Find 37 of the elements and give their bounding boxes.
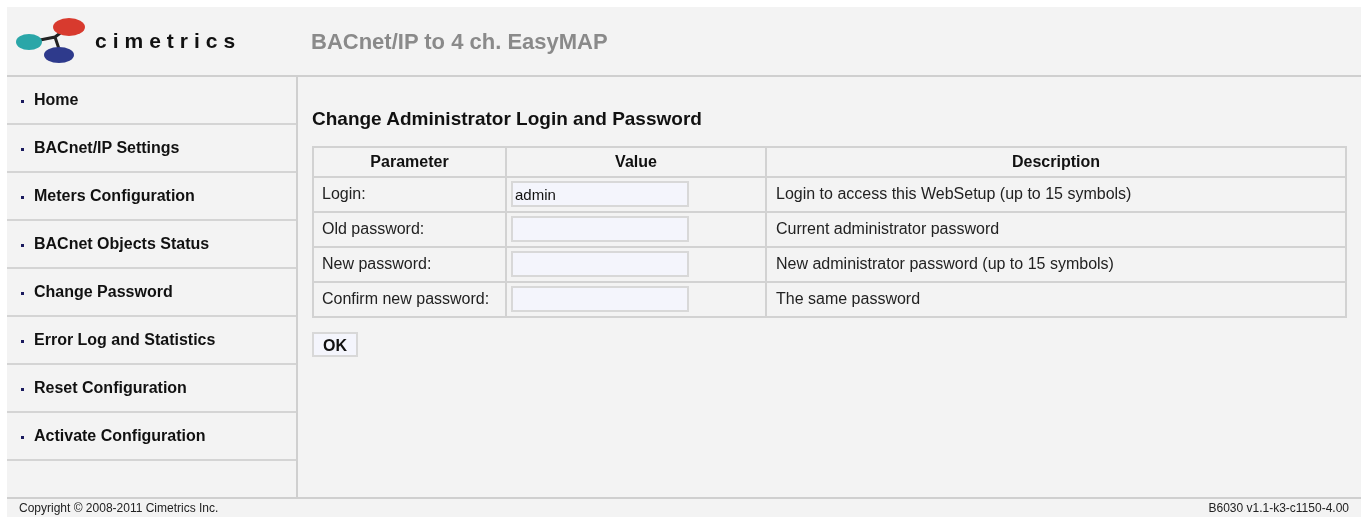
bullet-icon <box>21 436 24 439</box>
table-cell: Current administrator password <box>766 211 1346 247</box>
section-heading: Change Administrator Login and Password <box>312 107 703 131</box>
sidebar-item[interactable]: BACnet Objects Status <box>7 221 296 269</box>
bullet-icon <box>21 388 24 391</box>
version-text: B6030 v1.1-k3-c1150-4.00 <box>1208 500 1349 517</box>
sidebar-item[interactable]: Activate Configuration <box>7 413 296 461</box>
sidebar-item[interactable]: Reset Configuration <box>7 365 296 413</box>
input-field[interactable] <box>511 286 689 312</box>
sidebar-item[interactable]: Error Log and Statistics <box>7 317 296 365</box>
copyright-text: Copyright © 2008-2011 Cimetrics Inc. <box>19 500 219 517</box>
column-header: Value <box>506 146 766 177</box>
bullet-icon <box>21 148 24 151</box>
sidebar-item[interactable]: Home <box>7 77 296 125</box>
bullet-icon <box>21 340 24 343</box>
sidebar-item[interactable]: BACnet/IP Settings <box>7 125 296 173</box>
input-field[interactable] <box>511 251 689 277</box>
table-cell: The same password <box>766 281 1346 317</box>
column-header: Description <box>766 146 1346 177</box>
table-cell: Confirm new password: <box>313 281 506 317</box>
table-cell: New administrator password (up to 15 symbols) <box>766 246 1346 282</box>
bullet-icon <box>21 292 24 295</box>
ok-button[interactable]: OK <box>312 331 358 357</box>
table-cell: Login to access this WebSetup (up to 15 symbols) <box>766 176 1346 212</box>
bullet-icon <box>21 244 24 247</box>
table-cell: Login: <box>313 176 506 212</box>
page-title: BACnet/IP to 4 ch. EasyMAP <box>311 27 608 56</box>
input-field[interactable]: admin <box>511 181 689 207</box>
logo-text: cimetrics <box>95 28 242 55</box>
sidebar-item[interactable]: Change Password <box>7 269 296 317</box>
column-header: Parameter <box>313 146 506 177</box>
bullet-icon <box>21 100 24 103</box>
sidebar-item[interactable]: Meters Configuration <box>7 173 296 221</box>
table-cell: New password: <box>313 246 506 282</box>
table-cell: Old password: <box>313 211 506 247</box>
bullet-icon <box>21 196 24 199</box>
input-field[interactable] <box>511 216 689 242</box>
